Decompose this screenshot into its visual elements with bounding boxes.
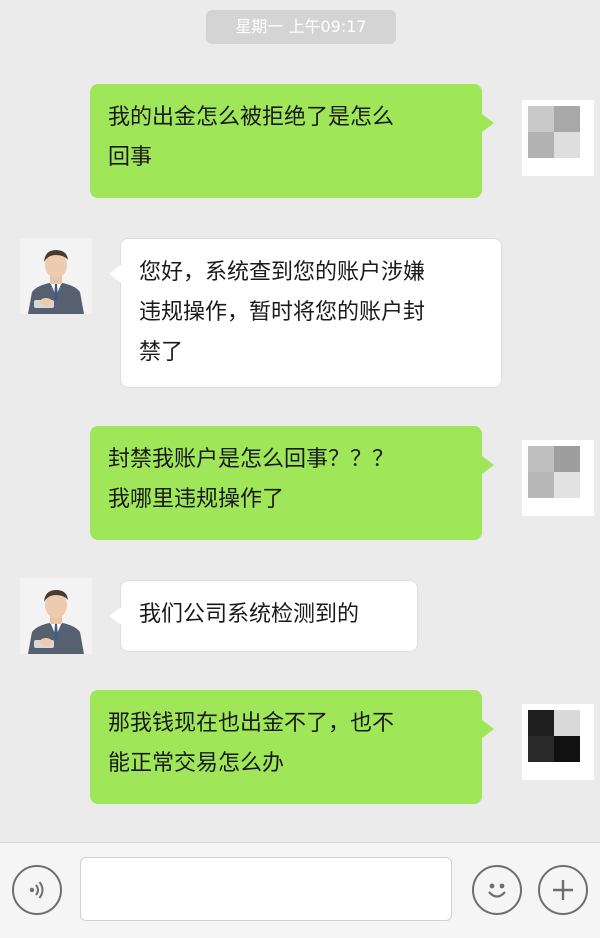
timestamp: 星期一 上午09:17 [206, 10, 396, 44]
more-button[interactable] [538, 865, 588, 915]
message-bubble[interactable]: 封禁我账户是怎么回事？？？ 我哪里违规操作了 [90, 426, 494, 540]
user-avatar[interactable] [522, 100, 594, 176]
message-bubble[interactable]: 那我钱现在也出金不了，也不 能正常交易怎么办 [90, 690, 494, 804]
chat-area[interactable]: 星期一 上午09:17 我的出金怎么被拒绝了是怎么 回事 您好，系统查到您的账户… [0, 0, 600, 840]
emoji-icon [488, 883, 506, 898]
voice-button[interactable] [12, 865, 62, 915]
agent-avatar[interactable] [20, 578, 92, 654]
message-bubble[interactable]: 我们公司系统检测到的 [109, 580, 418, 652]
message-bubble[interactable]: 我的出金怎么被拒绝了是怎么 回事 [90, 84, 494, 198]
message-bubble[interactable]: 您好，系统查到您的账户涉嫌 违规操作，暂时将您的账户封 禁了 [109, 238, 502, 388]
voice-icon [29, 881, 44, 899]
user-avatar[interactable] [522, 440, 594, 516]
agent-avatar[interactable] [20, 238, 92, 314]
plus-icon [553, 880, 573, 900]
user-avatar[interactable] [522, 704, 594, 780]
input-toolbar [0, 842, 600, 938]
message-input[interactable] [80, 857, 452, 921]
emoji-button[interactable] [472, 865, 522, 915]
